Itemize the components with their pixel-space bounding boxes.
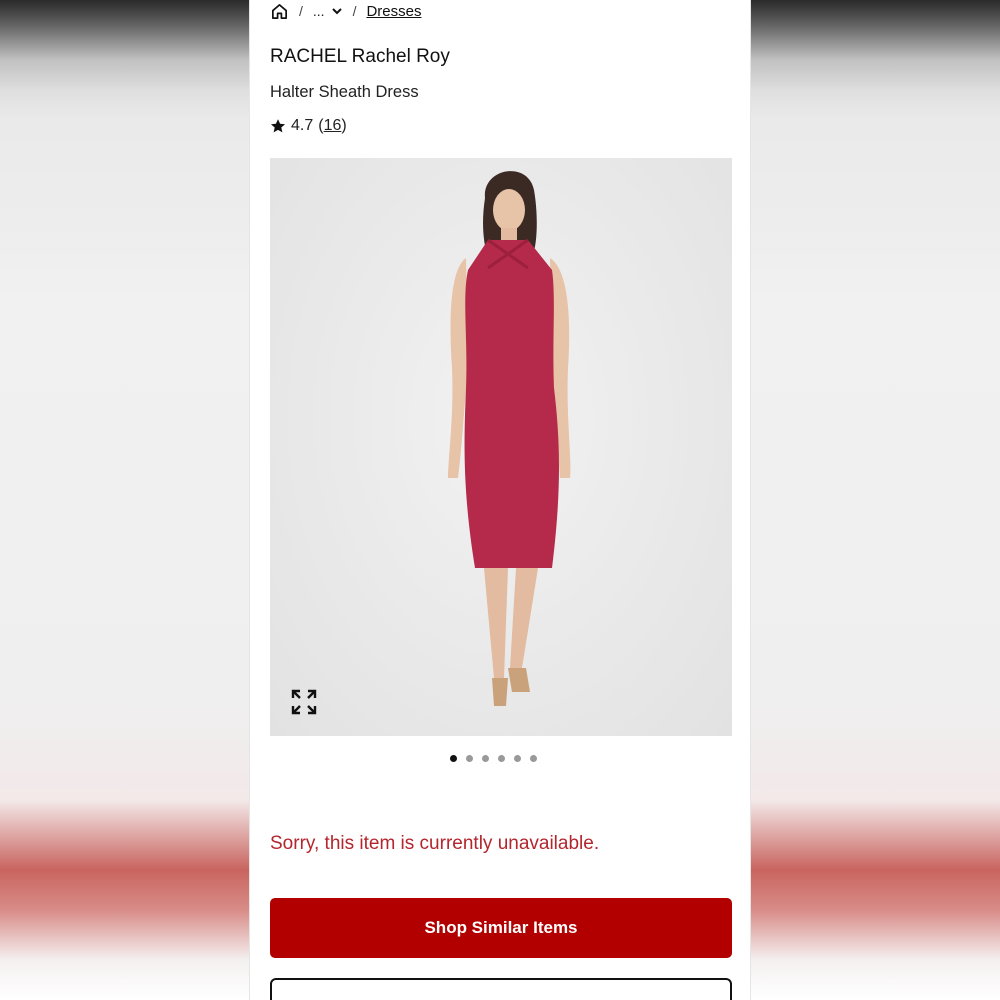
chevron-down-icon bbox=[331, 8, 342, 15]
rating-value: 4.7 bbox=[291, 117, 314, 134]
gallery-dot-1[interactable] bbox=[450, 755, 457, 762]
secondary-button[interactable] bbox=[270, 978, 732, 1000]
breadcrumb-link-dresses[interactable]: Dresses bbox=[366, 3, 421, 20]
gallery-dot-3[interactable] bbox=[482, 755, 489, 762]
breadcrumb-more-button[interactable]: ... bbox=[313, 3, 343, 19]
star-icon bbox=[270, 119, 286, 133]
gallery-dot-6[interactable] bbox=[530, 755, 537, 762]
product-page: / ... / Dresses RACHEL Rachel Roy Halter… bbox=[249, 0, 751, 1000]
gallery-dot-4[interactable] bbox=[498, 755, 505, 762]
breadcrumb-more-label: ... bbox=[312, 3, 325, 19]
gallery-dot-5[interactable] bbox=[514, 755, 521, 762]
breadcrumb-separator: / bbox=[352, 3, 357, 19]
unavailable-message: Sorry, this item is currently unavailabl… bbox=[270, 833, 600, 854]
rating-count-wrapper[interactable]: (16) bbox=[318, 117, 346, 135]
product-brand[interactable]: RACHEL Rachel Roy bbox=[270, 46, 450, 68]
gallery-pagination bbox=[450, 755, 537, 762]
shop-similar-label: Shop Similar Items bbox=[424, 918, 578, 937]
background-blur-left bbox=[0, 0, 249, 1000]
background-blur-right bbox=[751, 0, 1000, 1000]
gallery-dot-2[interactable] bbox=[466, 755, 473, 762]
model-illustration bbox=[448, 171, 571, 706]
expand-icon[interactable] bbox=[290, 688, 318, 716]
home-icon[interactable] bbox=[270, 2, 289, 21]
product-title: Halter Sheath Dress bbox=[270, 83, 419, 101]
product-rating[interactable]: 4.7 (16) bbox=[270, 117, 347, 135]
shop-similar-button[interactable]: Shop Similar Items bbox=[270, 898, 732, 958]
breadcrumb: / ... / Dresses bbox=[270, 0, 421, 22]
product-image[interactable] bbox=[270, 158, 732, 736]
review-count-link[interactable]: 16 bbox=[324, 117, 342, 134]
breadcrumb-separator: / bbox=[299, 3, 303, 19]
